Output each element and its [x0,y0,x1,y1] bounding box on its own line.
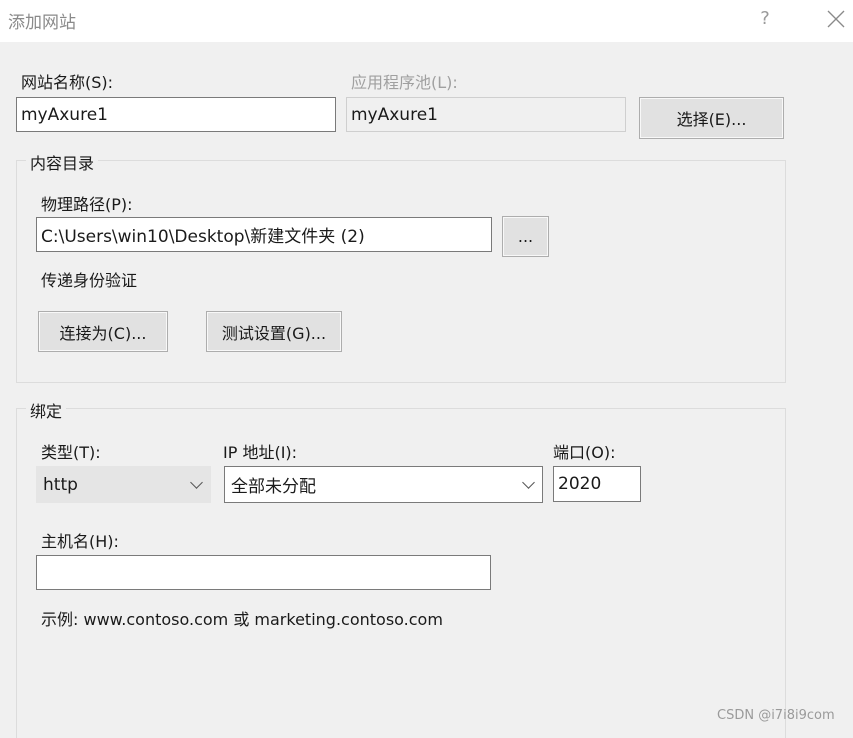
binding-title: 绑定 [26,398,67,422]
host-name-input[interactable] [36,555,491,590]
close-icon [827,10,845,28]
ip-address-dropdown[interactable]: 全部未分配 [224,466,543,503]
physical-path-input[interactable]: C:\Users\win10\Desktop\新建文件夹 (2) [36,217,492,252]
host-name-label: 主机名(H): [41,532,119,551]
pass-through-auth-label: 传递身份验证 [41,271,138,290]
test-settings-button[interactable]: 测试设置(G)... [206,311,342,352]
watermark: CSDN @i7i8i9com [717,708,835,723]
app-pool-field: myAxure1 [346,97,626,132]
ip-address-label: IP 地址(I): [223,443,298,462]
site-name-label: 网站名称(S): [21,73,114,92]
connect-as-button[interactable]: 连接为(C)... [38,311,168,352]
chevron-down-icon [522,475,535,489]
site-name-input[interactable]: myAxure1 [16,97,336,132]
physical-path-label: 物理路径(P): [41,195,133,214]
type-label: 类型(T): [41,443,101,462]
close-button[interactable] [823,6,849,32]
type-dropdown-value: http [43,474,78,495]
select-app-pool-button[interactable]: 选择(E)... [639,97,784,139]
port-label: 端口(O): [553,443,616,462]
help-button[interactable]: ? [752,4,778,34]
ip-address-dropdown-value: 全部未分配 [231,477,316,497]
type-dropdown[interactable]: http [36,466,211,503]
example-text: 示例: www.contoso.com 或 marketing.contoso.… [41,610,443,629]
chevron-down-icon [190,475,203,489]
browse-path-button[interactable]: ... [502,216,549,257]
title-bar: 添加网站 ? [0,0,853,42]
port-input[interactable]: 2020 [553,466,641,502]
app-pool-label: 应用程序池(L): [351,73,458,92]
dialog-title: 添加网站 [8,13,76,33]
content-directory-title: 内容目录 [26,150,99,174]
